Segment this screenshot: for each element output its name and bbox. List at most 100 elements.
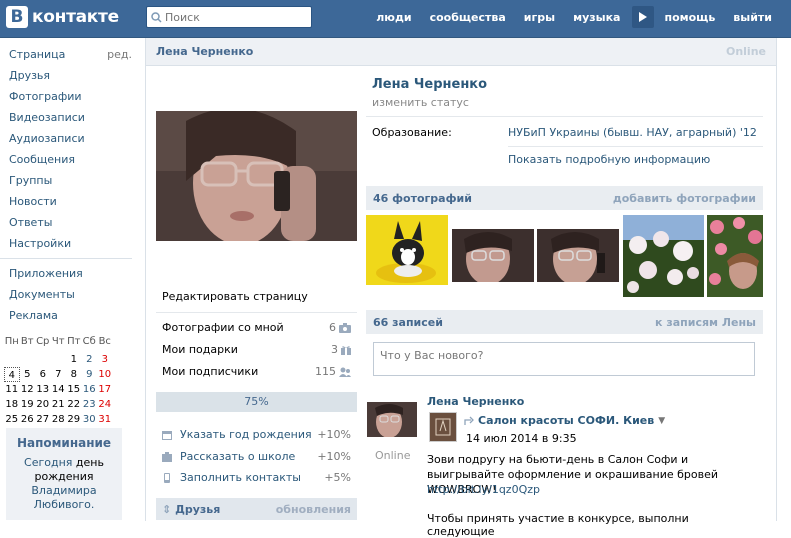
reminder-today-link[interactable]: Сегодня [24,456,72,469]
calendar-day[interactable]: 16 [82,382,98,397]
calendar-day[interactable]: 12 [20,382,36,397]
search-box[interactable] [146,6,312,28]
education-value[interactable]: НУБиП Украины (бывш. НАУ, аграрный) '12 [508,126,757,139]
play-button[interactable] [632,6,654,28]
calendar-day[interactable]: 25 [4,412,20,427]
menu-item-news[interactable]: Новости [0,191,140,212]
menu-item-page-label: Страница [9,48,66,61]
change-status-link[interactable]: изменить статус [372,96,469,109]
calendar-day[interactable]: 1 [66,352,82,367]
menu-edit-link[interactable]: ред. [107,44,132,65]
profile-header-name: Лена Черненко [156,45,254,58]
photo-thumb-flowers-1[interactable] [623,215,704,297]
nav-communities[interactable]: сообщества [430,11,506,24]
menu-item-photos[interactable]: Фотографии [0,86,140,107]
add-photos-link[interactable]: добавить фотографии [613,192,756,205]
friends-section-header[interactable]: ⇕ Друзья обновления [156,498,357,520]
menu-item-groups[interactable]: Группы [0,170,140,191]
calendar-day[interactable]: 6 [35,367,51,382]
calendar-day[interactable]: 27 [35,412,51,427]
calendar-day[interactable]: 22 [66,397,82,412]
calendar-week: 4 5 6 7 8 9 10 [4,367,116,382]
divider [508,146,763,147]
friends-title-text: Друзья [175,502,221,516]
repost-date[interactable]: 14 июл 2014 в 9:35 [466,432,577,445]
calendar-day[interactable]: 8 [66,367,82,382]
photo-thumb-selfie-1[interactable] [452,229,534,282]
calendar-day[interactable]: 7 [51,367,67,382]
task-school[interactable]: Рассказать о школе +10% [162,450,351,463]
calendar-day[interactable]: 3 [97,352,113,367]
calendar-day[interactable]: 31 [97,412,113,427]
calendar-day[interactable]: 19 [20,397,36,412]
drag-handle-icon: ⇕ [162,502,172,516]
to-posts-link[interactable]: к записям Лены [655,316,756,329]
stat-followers[interactable]: Мои подписчики 115 [162,365,351,378]
calendar-day[interactable]: 20 [35,397,51,412]
edit-page-link[interactable]: Редактировать страницу [162,290,308,303]
nav-people[interactable]: люди [376,11,411,24]
calendar-day[interactable]: 13 [35,382,51,397]
calendar-day[interactable]: 23 [82,397,98,412]
calendar-day[interactable]: 21 [51,397,67,412]
profile-avatar[interactable] [156,111,357,241]
menu-item-documents[interactable]: Документы [0,284,140,305]
nav-games[interactable]: игры [524,11,555,24]
menu-item-apps[interactable]: Приложения [0,263,140,284]
calendar-day-today[interactable]: 4 [4,367,20,382]
post-author-avatar[interactable] [367,402,417,437]
wall-title[interactable]: 66 записей [373,316,443,329]
menu-item-page[interactable]: Страница ред. [0,44,140,65]
calendar-day[interactable]: 15 [66,382,82,397]
repost-source[interactable]: Салон красоты СОФИ. Киев ▼ [464,414,665,427]
calendar-day[interactable]: 18 [4,397,20,412]
top-bar: В контакте люди сообщества игры музыка п… [0,0,791,38]
nav-logout[interactable]: выйти [733,11,772,24]
reminder-text: Сегодня день рождения Владимира Любивого… [6,450,122,520]
nav-music[interactable]: музыка [573,11,620,24]
menu-item-videos[interactable]: Видеозаписи [0,107,140,128]
search-input[interactable] [165,10,305,24]
task-contacts[interactable]: Заполнить контакты +5% [162,471,351,484]
reminder-box: Напоминание Сегодня день рождения Владим… [6,428,122,520]
photo-thumb-dog[interactable] [366,215,448,285]
vk-logo[interactable]: В контакте [6,6,119,28]
photo-thumb-selfie-2[interactable] [537,229,619,282]
task-birth-year[interactable]: Указать год рождения +10% [162,428,351,441]
post-link[interactable]: http://bit.ly/1qz0Qzp [427,483,540,496]
dropdown-arrow-icon[interactable]: ▼ [658,416,665,426]
photo-thumb-flowers-2[interactable] [707,215,763,297]
gift-icon [341,345,351,355]
repost-avatar[interactable] [429,412,457,442]
calendar-day[interactable]: 14 [51,382,67,397]
photos-title[interactable]: 46 фотографий [373,192,472,205]
show-more-info-link[interactable]: Показать подробную информацию [508,153,710,166]
menu-item-ads[interactable]: Реклама [0,305,140,326]
friends-updates-link[interactable]: обновления [276,503,351,516]
menu-item-audio[interactable]: Аудиозаписи [0,128,140,149]
calendar-day[interactable]: 11 [4,382,20,397]
calendar-day[interactable]: 30 [82,412,98,427]
wall-post-input[interactable]: Что у Вас нового? [373,342,755,376]
calendar-day[interactable]: 26 [20,412,36,427]
calendar-day[interactable]: 17 [97,382,113,397]
menu-item-messages[interactable]: Сообщения [0,149,140,170]
post-author-name[interactable]: Лена Черненко [427,395,524,408]
menu-item-answers[interactable]: Ответы [0,212,140,233]
calendar-day[interactable]: 24 [97,397,113,412]
reminder-person-link[interactable]: Владимира Любивого. [31,484,96,511]
calendar-day[interactable]: 2 [82,352,98,367]
calendar-day[interactable]: 5 [20,367,36,382]
calendar-icon [162,430,172,440]
menu-item-friends[interactable]: Друзья [0,65,140,86]
stat-gifts[interactable]: Мои подарки 3 [162,343,351,356]
calendar-day[interactable]: 28 [51,412,67,427]
weekday: Сб [82,336,96,347]
weekday: Вт [20,336,34,347]
stat-photos-with-me[interactable]: Фотографии со мной 6 [162,321,351,334]
menu-item-settings[interactable]: Настройки [0,233,140,254]
nav-help[interactable]: помощь [664,11,715,24]
calendar-day[interactable]: 9 [82,367,98,382]
calendar-day[interactable]: 29 [66,412,82,427]
calendar-day[interactable]: 10 [97,367,113,382]
